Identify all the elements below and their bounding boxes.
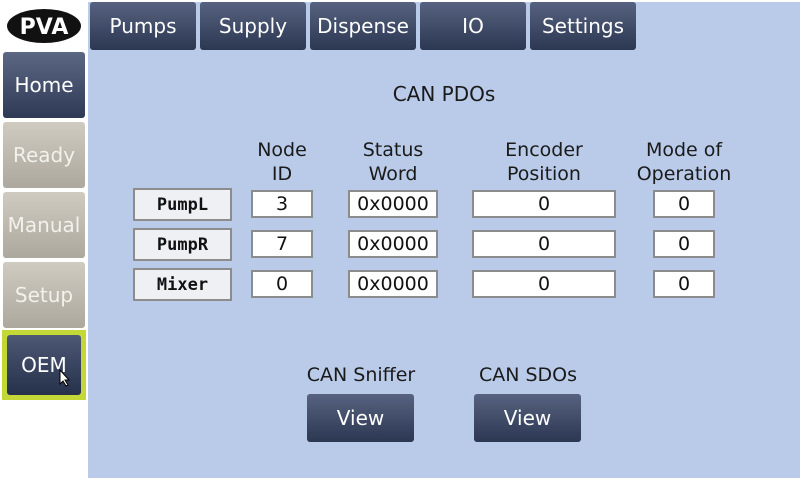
status-word-field[interactable]: 0x0000 [348, 190, 438, 218]
sidebar-item-label: Home [14, 73, 74, 97]
node-id-field[interactable]: 0 [251, 270, 313, 298]
mouse-cursor-icon [59, 369, 71, 387]
button-label: View [503, 406, 552, 430]
column-header-text: Status Word [362, 139, 424, 185]
sidebar-item-label: Setup [14, 283, 74, 307]
sidebar-item-label: Ready [12, 143, 76, 167]
node-id-field[interactable]: 7 [251, 230, 313, 258]
sidebar-item-oem[interactable]: OEM [7, 335, 81, 395]
sidebar-item-oem-highlight: OEM [2, 330, 86, 400]
tab-label: Dispense [317, 14, 409, 38]
row-label-mixer: Mixer [133, 268, 232, 301]
mode-of-operation-field[interactable]: 0 [653, 270, 715, 298]
pva-logo: PVA [7, 9, 81, 43]
tab-settings[interactable]: Settings [530, 2, 636, 50]
mode-of-operation-field[interactable]: 0 [653, 230, 715, 258]
mode-of-operation-field[interactable]: 0 [653, 190, 715, 218]
sidebar-item-home[interactable]: Home [3, 52, 85, 118]
page-title: CAN PDOs [392, 82, 496, 106]
sidebar-item-ready[interactable]: Ready [3, 122, 85, 188]
tab-dispense[interactable]: Dispense [310, 2, 416, 50]
tab-label: IO [462, 14, 484, 38]
tab-io[interactable]: IO [420, 2, 526, 50]
svg-text:PVA: PVA [20, 15, 69, 40]
encoder-position-field[interactable]: 0 [472, 190, 616, 218]
column-header-text: Encoder Position [505, 139, 583, 185]
can-sniffer-caption: CAN Sniffer [306, 364, 416, 386]
tab-supply[interactable]: Supply [200, 2, 306, 50]
column-header-mode-of-operation: Mode of Operation [609, 138, 759, 186]
column-header-text: Node ID [257, 139, 307, 185]
column-header-encoder-position: Encoder Position [469, 138, 619, 186]
button-label: View [336, 406, 385, 430]
sidebar-item-setup[interactable]: Setup [3, 262, 85, 328]
status-word-field[interactable]: 0x0000 [348, 230, 438, 258]
row-label-pumpr: PumpR [133, 228, 232, 261]
sidebar-item-manual[interactable]: Manual [3, 192, 85, 258]
tab-label: Supply [218, 14, 288, 38]
sidebar-item-label: Manual [7, 213, 81, 237]
can-sdos-view-button[interactable]: View [474, 394, 581, 442]
tab-pumps[interactable]: Pumps [90, 2, 196, 50]
tab-label: Pumps [109, 14, 177, 38]
encoder-position-field[interactable]: 0 [472, 230, 616, 258]
can-sdos-caption: CAN SDOs [478, 364, 578, 386]
column-header-status-word: Status Word [318, 138, 468, 186]
tab-label: Settings [541, 14, 625, 38]
encoder-position-field[interactable]: 0 [472, 270, 616, 298]
can-sniffer-view-button[interactable]: View [307, 394, 414, 442]
status-word-field[interactable]: 0x0000 [348, 270, 438, 298]
row-label-pumpl: PumpL [133, 188, 232, 221]
column-header-text: Mode of Operation [636, 139, 732, 185]
node-id-field[interactable]: 3 [251, 190, 313, 218]
